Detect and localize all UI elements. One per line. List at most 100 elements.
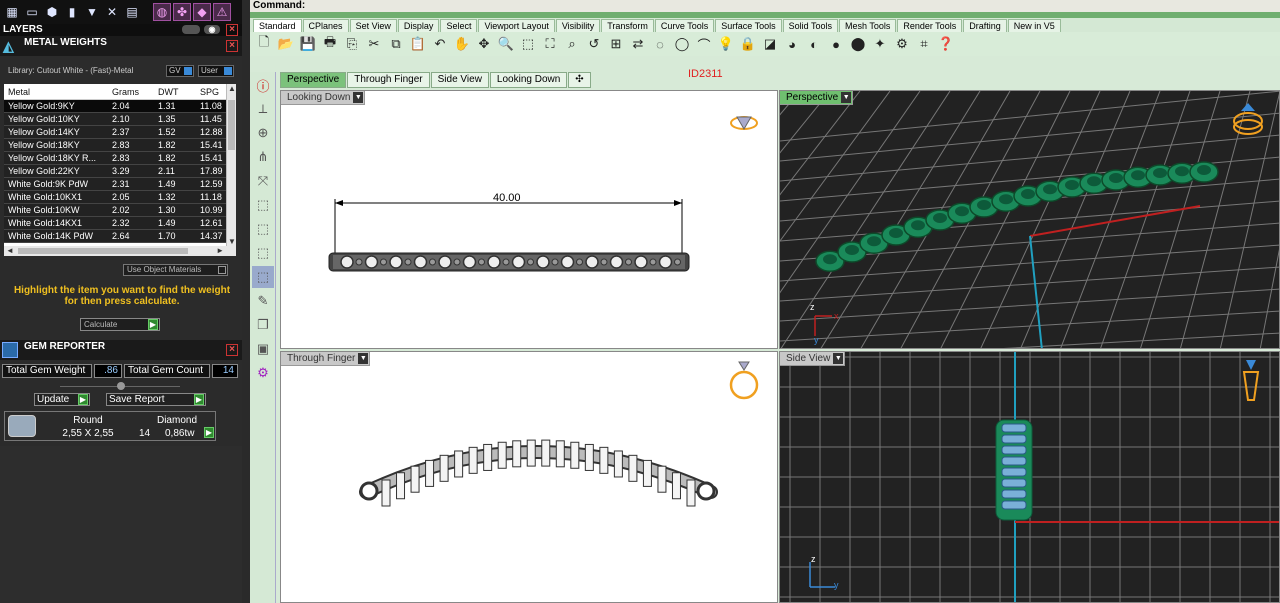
move-icon[interactable]: ⇄ [628,34,648,54]
box-top-icon[interactable]: ⬚ [252,242,274,264]
layers-icon[interactable]: ▤ [123,3,141,21]
tab-curve-tools[interactable]: Curve Tools [654,19,715,32]
calculate-button[interactable]: Calculate ▶ [80,318,160,331]
circle-icon[interactable]: ◯ [672,34,692,54]
axis-xyz-icon[interactable]: ⤧ [252,170,274,192]
box-perspective-icon[interactable]: ⬚ [252,266,274,288]
close-metal-weights-icon[interactable]: × [226,40,238,52]
lasso-icon[interactable]: ◌ [650,34,670,54]
four-view-icon[interactable]: ⊞ [606,34,626,54]
box-side-icon[interactable]: ⬚ [252,218,274,240]
tab-select[interactable]: Select [440,19,478,32]
hscroll-thumb[interactable] [18,248,188,254]
viewport-through-finger[interactable]: Through Finger ▼ [280,351,778,603]
render-icon[interactable]: ⬤ [848,34,868,54]
tab-mesh-tools[interactable]: Mesh Tools [838,19,897,32]
tab-visibility[interactable]: Visibility [555,19,601,32]
toggle-icon[interactable] [182,25,200,34]
tab-standard[interactable]: Standard [253,19,302,32]
color-wheel-icon[interactable]: ◕ [782,34,802,54]
render-sphere-icon[interactable]: ● [826,34,846,54]
tab-surface-tools[interactable]: Surface Tools [715,19,782,32]
cube-icon[interactable]: ⬢ [43,3,61,21]
scroll-down-icon[interactable]: ▼ [228,237,236,246]
tab-solid-tools[interactable]: Solid Tools [782,19,838,32]
tab-display[interactable]: Display [397,19,440,32]
table-row[interactable]: Yellow Gold:14KY 2.37 1.52 12.88 [4,126,236,139]
zoom-window-icon[interactable]: ⬚ [518,34,538,54]
import-icon[interactable]: ⎘ [342,34,362,54]
use-object-materials-checkbox[interactable]: Use Object Materials [123,264,228,276]
scroll-up-icon[interactable]: ▲ [228,84,236,93]
table-row[interactable]: Yellow Gold:10KY 2.10 1.35 11.45 [4,113,236,126]
tab-render-tools[interactable]: Render Tools [897,19,963,32]
print-icon[interactable]: 🖶 [320,34,340,54]
gem-row-play-icon[interactable]: ▶ [204,427,214,438]
tools-icon[interactable]: ✤ [173,3,191,21]
undo-view-icon[interactable]: ↺ [584,34,604,54]
frame-icon[interactable]: ▣ [252,338,274,360]
table-row[interactable]: White Gold:14K PdW 2.64 1.70 14.37 [4,230,236,243]
zoom-icon[interactable]: 🔍 [496,34,516,54]
light-icon[interactable]: 💡 [716,34,736,54]
horizontal-scrollbar[interactable]: ◄ ► [4,246,236,256]
zoom-selected-icon[interactable]: ⌕ [562,34,582,54]
scroll-thumb[interactable] [228,100,235,150]
undo-icon[interactable]: ↶ [430,34,450,54]
table-row[interactable]: White Gold:14KX1 2.32 1.49 12.61 [4,217,236,230]
gv-select[interactable]: GV [166,65,194,77]
user-select[interactable]: User [198,65,234,77]
checkbox-icon[interactable] [218,266,226,274]
dropdown-icon[interactable]: ▼ [833,353,844,364]
brush-icon[interactable]: ✎ [252,290,274,312]
table-row[interactable]: Yellow Gold:9KY 2.04 1.31 11.08 [4,100,236,113]
clone-icon[interactable]: ❐ [252,314,274,336]
tab-transform[interactable]: Transform [601,19,654,32]
tab-side-view[interactable]: Side View [430,72,489,88]
gear-purple-icon[interactable]: ⚙ [252,362,274,384]
snap-icon[interactable]: ⌗ [914,34,934,54]
command-bar[interactable]: Command: [250,0,1280,12]
filter-icon[interactable]: ▼ [83,3,101,21]
gem-table[interactable]: Round Diamond 2,55 X 2,55 14 0,86tw ▶ [4,411,216,441]
tab-drafting[interactable]: Drafting [963,19,1007,32]
zoom-extents-icon[interactable]: ⛶ [540,34,560,54]
col-dwt[interactable]: DWT [154,84,196,99]
tab-viewport-layout[interactable]: Viewport Layout [478,19,555,32]
ring-icon[interactable]: ◍ [153,3,171,21]
col-grams[interactable]: Grams [108,84,154,99]
copy-icon[interactable]: ⧉ [386,34,406,54]
tab-set-view[interactable]: Set View [349,19,397,32]
axis-icon[interactable]: ⟂ [252,98,274,120]
scroll-right-icon[interactable]: ► [216,246,224,255]
box-front-icon[interactable]: ⬚ [252,194,274,216]
col-spg[interactable]: SPG [196,84,226,99]
viewport-side-view[interactable]: z y Side View ▼ [779,351,1280,603]
viewport-perspective[interactable]: z x y Perspective ▼ [779,90,1280,349]
sphere-icon[interactable]: ⊕ [252,122,274,144]
save-report-button[interactable]: Save Report ▶ [106,393,206,406]
close-gem-reporter-icon[interactable]: × [226,344,238,356]
light-bulb-icon[interactable]: ✦ [870,34,890,54]
shade-icon[interactable]: ◐ [804,34,824,54]
tab-through-finger[interactable]: Through Finger [347,72,430,88]
eye-icon[interactable]: ◉ [204,25,220,34]
tab-cplanes[interactable]: CPlanes [302,19,349,32]
cut-icon[interactable]: ✂ [364,34,384,54]
viewport-looking-down[interactable]: Looking Down ▼ 40.00 [280,90,778,349]
table-row[interactable]: Yellow Gold:18KY R... 2.83 1.82 15.41 [4,152,236,165]
table-row[interactable]: White Gold:10KW 2.02 1.30 10.99 [4,204,236,217]
tab-new-in-v5[interactable]: New in V5 [1007,19,1061,32]
update-button[interactable]: Update ▶ [34,393,90,406]
paste-icon[interactable]: 📋 [408,34,428,54]
viewport-label-perspective[interactable]: Perspective ▼ [780,91,854,105]
grid-icon[interactable]: ▦ [3,3,21,21]
layers-bar[interactable]: LAYERS ◉ × [0,24,242,36]
slider-handle[interactable] [117,382,125,390]
add-tab-icon[interactable]: ✣ [568,72,591,88]
table-row[interactable]: White Gold:9K PdW 2.31 1.49 12.59 [4,178,236,191]
close-icon[interactable]: × [226,24,238,36]
help-icon[interactable]: ❓ [936,34,956,54]
table-row[interactable]: Yellow Gold:18KY 2.83 1.82 15.41 [4,139,236,152]
table-row[interactable]: Yellow Gold:22KY 3.29 2.11 17.89 [4,165,236,178]
